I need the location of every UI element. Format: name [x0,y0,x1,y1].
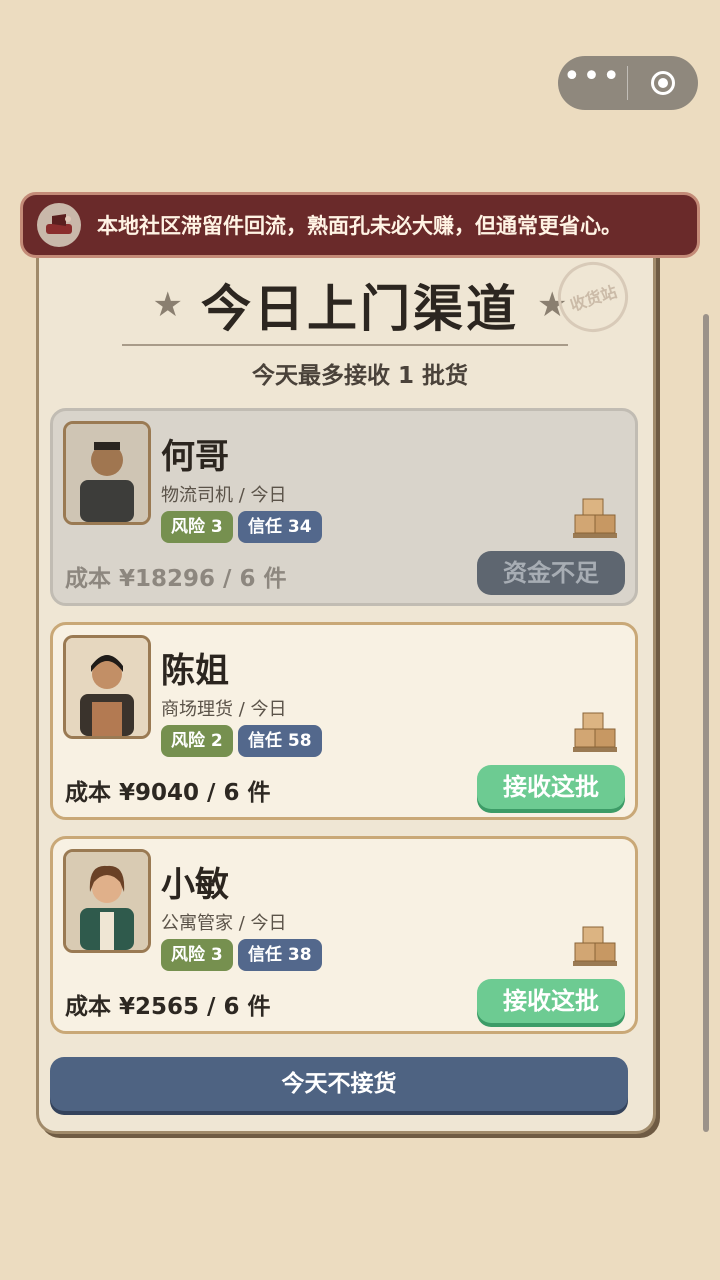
supplier-avatar [63,635,151,739]
supplier-avatar [63,421,151,525]
page-title: 今日上门渠道 [201,280,519,338]
more-dots-icon: ••• [562,59,623,94]
accept-batch-button[interactable]: 接收这批 [477,979,625,1023]
notice-text: 本地社区滞留件回流，熟面孔未必大赚，但通常更省心。 [97,214,622,238]
megaphone-icon [37,203,81,247]
risk-badge: 风险 3 [161,511,233,543]
daily-limit-text: 今天最多接收 1 批货 [251,363,469,389]
accept-batch-button[interactable]: 接收这批 [477,765,625,809]
cost-text: 成本 ¥9040 / 6 件 [65,780,271,806]
supplier-card: 小敏 公寓管家 / 今日 风险 3 信任 38 成本 ¥2565 / 6 件 接… [50,836,638,1034]
insufficient-funds-button[interactable]: 资金不足 [477,551,625,595]
supplier-name: 陈姐 [161,651,229,691]
supplier-role: 商场理货 / 今日 [161,699,287,720]
supplier-card: 陈姐 商场理货 / 今日 风险 2 信任 58 成本 ¥9040 / 6 件 接… [50,622,638,820]
cost-text: 成本 ¥18296 / 6 件 [65,566,287,592]
cargo-boxes-icon [569,707,621,753]
scrollbar[interactable] [703,314,709,1132]
risk-badge: 风险 3 [161,939,233,971]
supplier-name: 小敏 [161,865,229,905]
title-divider [122,344,568,346]
miniprogram-capsule: ••• [558,56,698,110]
supplier-avatar [63,849,151,953]
risk-badge: 风险 2 [161,725,233,757]
cargo-boxes-icon [569,493,621,539]
trust-badge: 信任 34 [238,511,322,543]
close-miniprogram-button[interactable] [628,56,698,110]
trust-badge: 信任 38 [238,939,322,971]
supplier-role: 公寓管家 / 今日 [161,913,287,934]
cargo-boxes-icon [569,921,621,967]
supplier-card: 何哥 物流司机 / 今日 风险 3 信任 34 成本 ¥18296 / 6 件 … [50,408,638,606]
supplier-name: 何哥 [161,437,229,477]
skip-today-button[interactable]: 今天不接货 [50,1057,628,1111]
cost-text: 成本 ¥2565 / 6 件 [65,994,271,1020]
star-icon: ★ [152,285,183,325]
notice-banner: 本地社区滞留件回流，熟面孔未必大赚，但通常更省心。 [20,192,700,258]
supplier-role: 物流司机 / 今日 [161,485,287,506]
more-menu-button[interactable]: ••• [558,56,627,110]
trust-badge: 信任 58 [238,725,322,757]
target-close-icon [651,71,675,95]
